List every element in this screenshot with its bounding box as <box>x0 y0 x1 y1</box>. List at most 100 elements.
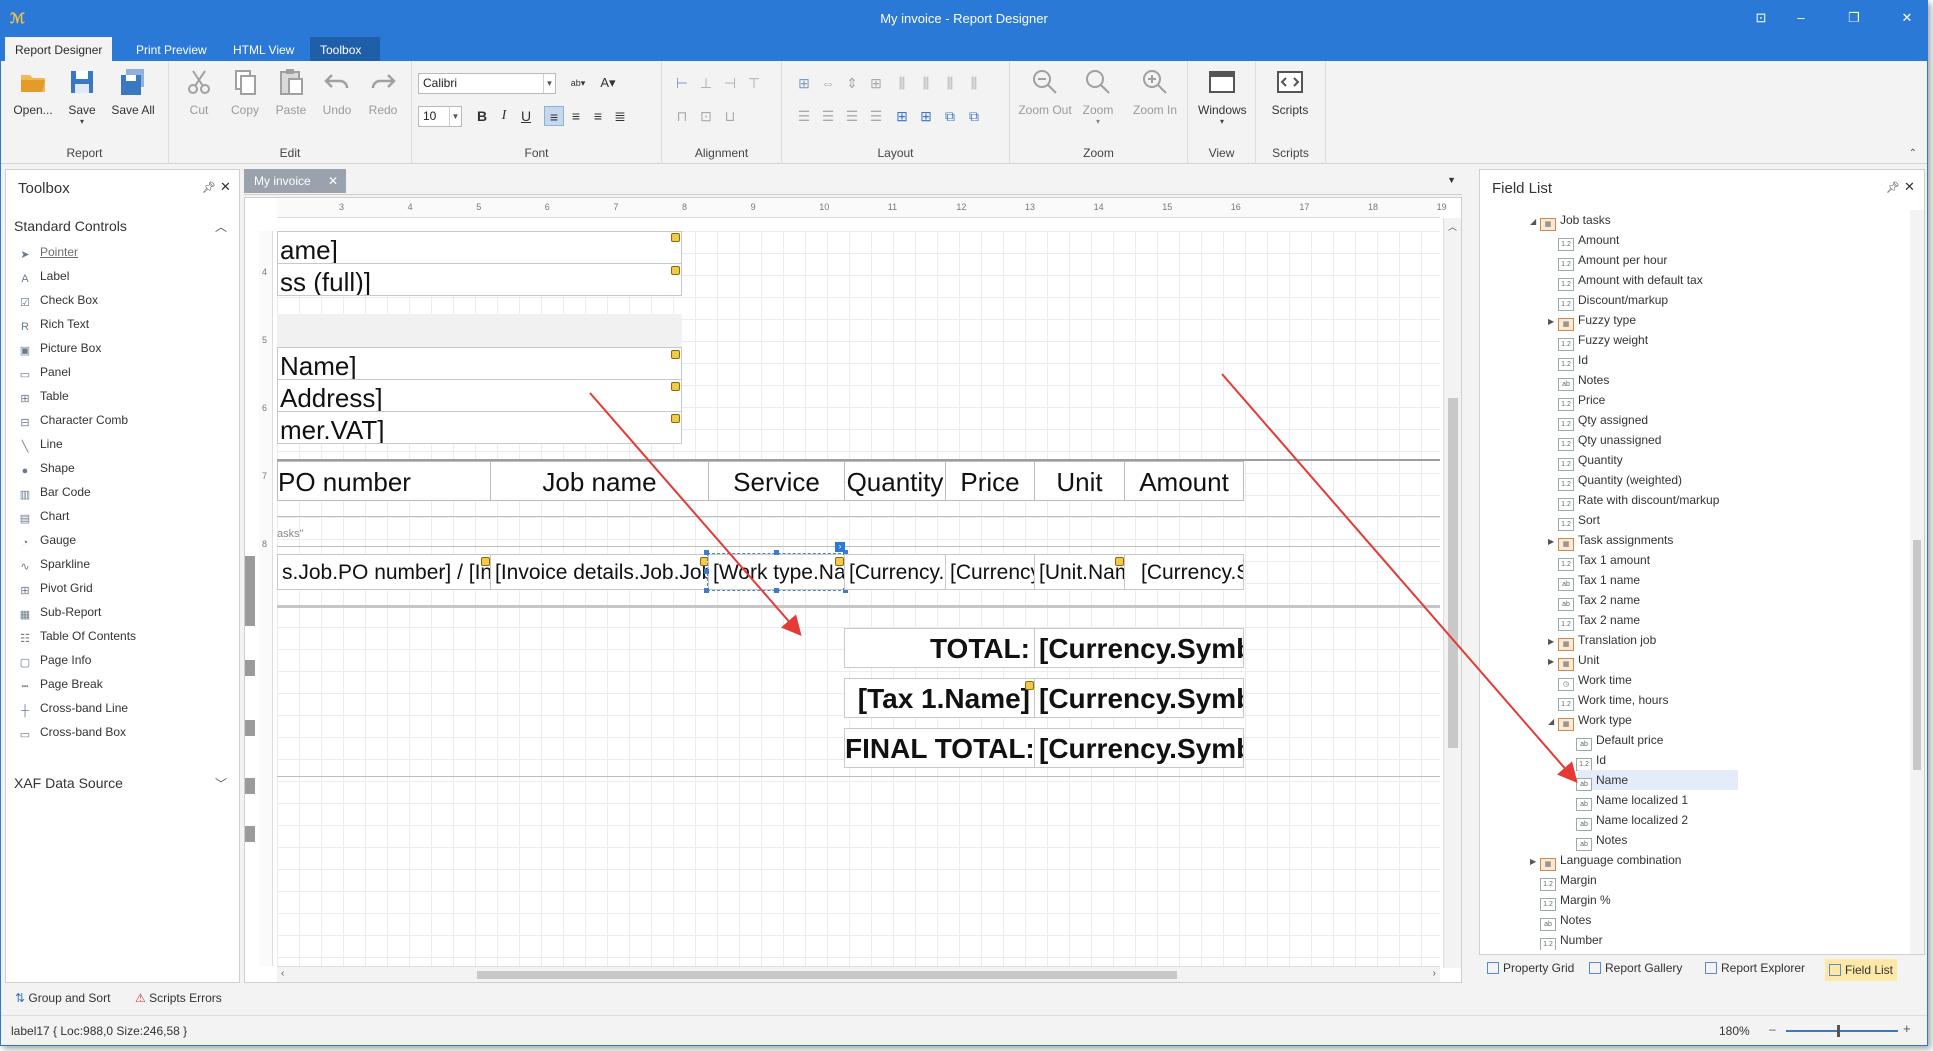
align-right-button[interactable]: ≡ <box>588 106 608 126</box>
tab-print-preview[interactable]: Print Preview <box>126 37 217 61</box>
band-marker[interactable] <box>245 778 255 794</box>
close-tab-icon[interactable]: ✕ <box>328 169 338 193</box>
field-node-quantity-weighted-[interactable]: 1.2 Quantity (weighted) <box>1558 470 1682 491</box>
field-node-price[interactable]: 1.2 Price <box>1558 390 1605 411</box>
header-job-name[interactable]: Job name <box>490 461 709 501</box>
h-spacing-remove-icon[interactable]: ⫼ <box>964 73 984 93</box>
scrollbar-thumb[interactable] <box>477 971 1177 979</box>
v-spacing-decrease-icon[interactable]: ☰ <box>842 106 862 126</box>
zoom-out-icon[interactable]: – <box>1769 1022 1776 1036</box>
tab-report-gallery[interactable]: Report Gallery <box>1589 961 1682 975</box>
toolbox-item-picture-box[interactable]: ▣ Picture Box <box>18 338 228 358</box>
toolbox-item-cross-band-line[interactable]: ┼ Cross-band Line <box>18 698 228 718</box>
band-marker[interactable] <box>245 720 255 736</box>
field-node-tax-1-name[interactable]: ab Tax 1 name <box>1558 570 1640 591</box>
send-to-back-icon[interactable]: ⧉ <box>964 106 984 126</box>
field-node-id[interactable]: 1.2 Id <box>1576 750 1606 771</box>
chevron-down-icon[interactable]: ﹀ <box>215 775 227 792</box>
tax-1-value[interactable]: [Currency.Symbo <box>1034 678 1244 718</box>
scroll-left-icon[interactable]: ‹ <box>281 968 284 979</box>
restore-layout-icon[interactable]: ⊡ <box>1751 9 1771 27</box>
cut-button[interactable]: Cut <box>175 67 223 127</box>
tab-scripts-errors[interactable]: ⚠ Scripts Errors <box>135 991 222 1005</box>
tab-property-grid[interactable]: Property Grid <box>1487 961 1574 975</box>
make-same-height-icon[interactable]: ⇕ <box>842 73 862 93</box>
v-spacing-remove-icon[interactable]: ☰ <box>866 106 886 126</box>
scripts-button[interactable]: Scripts <box>1266 67 1314 127</box>
zoom-slider[interactable] <box>1786 1030 1898 1032</box>
tab-my-invoice[interactable]: My invoice ✕ <box>244 169 346 193</box>
toolbox-item-shape[interactable]: ● Shape <box>18 458 228 478</box>
field-node-name-localized-1[interactable]: ab Name localized 1 <box>1576 790 1688 811</box>
recipient-name-field[interactable]: Name] <box>277 347 682 380</box>
band-marker[interactable] <box>245 826 255 842</box>
font-color-button[interactable]: A▾ <box>594 73 622 93</box>
final-total-label[interactable]: FINAL TOTAL: <box>844 728 1035 768</box>
field-node-rate-with-discount-markup[interactable]: 1.2 Rate with discount/markup <box>1558 490 1719 511</box>
field-node-tax-1-amount[interactable]: 1.2 Tax 1 amount <box>1558 550 1650 571</box>
align-rights-icon[interactable]: ⊣ <box>720 73 740 93</box>
scroll-up-icon[interactable]: ︿ <box>1448 220 1457 233</box>
final-total-value[interactable]: [Currency.Symbo <box>1034 728 1244 768</box>
collapse-arrow-icon[interactable]: ◢ <box>1530 212 1540 232</box>
field-node-work-type[interactable]: ◢ ▦ Work type <box>1548 710 1632 731</box>
save-button[interactable]: Save ▾ <box>58 67 106 127</box>
standard-controls-header[interactable]: Standard Controls <box>14 218 127 234</box>
paste-button[interactable]: Paste <box>267 67 315 127</box>
field-node-qty-assigned[interactable]: 1.2 Qty assigned <box>1558 410 1648 431</box>
report-design-surface[interactable]: 3 4 5 6 7 8 9 10 11 12 13 14 15 16 17 18 19 4 5 6 7 8 ame] s… <box>244 197 1462 983</box>
field-node-notes[interactable]: ab Notes <box>1540 910 1591 931</box>
bold-button[interactable]: B <box>472 106 492 126</box>
expand-arrow-icon[interactable]: ▶ <box>1530 852 1540 872</box>
tab-report-designer[interactable]: Report Designer <box>5 37 113 61</box>
chevron-down-icon[interactable]: ▼ <box>543 74 555 93</box>
report-canvas[interactable]: ame] ss (full)] Name] Address] mer.VAT] … <box>277 231 1440 966</box>
field-node-qty-unassigned[interactable]: 1.2 Qty unassigned <box>1558 430 1661 451</box>
field-node-notes[interactable]: ab Notes <box>1558 370 1609 391</box>
toolbox-item-check-box[interactable]: ☑ Check Box <box>18 290 228 310</box>
zoom-out-button[interactable]: Zoom Out <box>1016 67 1074 127</box>
field-node-unit[interactable]: ▶ ▦ Unit <box>1548 650 1599 671</box>
zoom-in-icon[interactable]: + <box>1903 1021 1911 1036</box>
expand-arrow-icon[interactable]: ▶ <box>1548 312 1558 332</box>
align-lefts-icon[interactable]: ⊢ <box>672 73 692 93</box>
align-left-button[interactable]: ≡ <box>544 106 564 126</box>
xaf-data-source-header[interactable]: XAF Data Source <box>14 775 123 791</box>
align-centers-icon[interactable]: ⊥ <box>696 73 716 93</box>
center-vertically-icon[interactable]: ⊞ <box>916 106 936 126</box>
expand-arrow-icon[interactable]: ▶ <box>1548 532 1558 552</box>
field-node-work-time-hours[interactable]: 1.2 Work time, hours <box>1558 690 1668 711</box>
resize-handle[interactable] <box>774 550 779 555</box>
toolbox-item-panel[interactable]: ▭ Panel <box>18 362 228 382</box>
v-spacing-increase-icon[interactable]: ☰ <box>818 106 838 126</box>
minimize-button[interactable]: – <box>1791 9 1811 27</box>
make-same-width-icon[interactable]: ⇔ <box>818 73 838 93</box>
undo-button[interactable]: Undo <box>313 67 361 127</box>
chevron-down-icon[interactable]: ▼ <box>449 107 461 126</box>
header-unit[interactable]: Unit <box>1034 461 1125 501</box>
align-center-button[interactable]: ≡ <box>566 106 586 126</box>
align-bottoms-icon[interactable]: ⊔ <box>720 106 740 126</box>
h-spacing-decrease-icon[interactable]: ⫼ <box>940 73 960 93</box>
copy-button[interactable]: Copy <box>221 67 269 127</box>
header-po-number[interactable]: PO number <box>277 461 491 501</box>
vertical-scrollbar[interactable]: ︿ <box>1443 218 1461 968</box>
make-same-size-icon[interactable]: ⊞ <box>866 73 886 93</box>
zoom-button[interactable]: Zoom ▾ <box>1074 67 1122 127</box>
customer-vat-field[interactable]: mer.VAT] <box>277 411 682 444</box>
total-label[interactable]: TOTAL: <box>844 628 1035 668</box>
field-node-name[interactable]: ab Name <box>1576 770 1738 791</box>
toolbox-item-label[interactable]: A Label <box>18 266 228 286</box>
header-service[interactable]: Service <box>708 461 845 501</box>
chevron-up-icon[interactable]: ︿ <box>215 218 227 235</box>
toolbox-item-table-of-contents[interactable]: ☷ Table Of Contents <box>18 626 228 646</box>
field-node-sort[interactable]: 1.2 Sort <box>1558 510 1600 531</box>
scrollbar-thumb[interactable] <box>1448 398 1458 748</box>
tab-html-view[interactable]: HTML View <box>223 37 304 61</box>
field-node-work-time[interactable]: ◷ Work time <box>1558 670 1632 691</box>
font-family-combo[interactable]: Calibri ▼ <box>418 73 556 94</box>
horizontal-scrollbar[interactable]: ‹ › <box>277 966 1440 982</box>
address-full-field[interactable]: ss (full)] <box>277 263 682 296</box>
align-tops-icon[interactable]: ⊓ <box>672 106 692 126</box>
field-list-scrollbar[interactable] <box>1910 210 1924 954</box>
